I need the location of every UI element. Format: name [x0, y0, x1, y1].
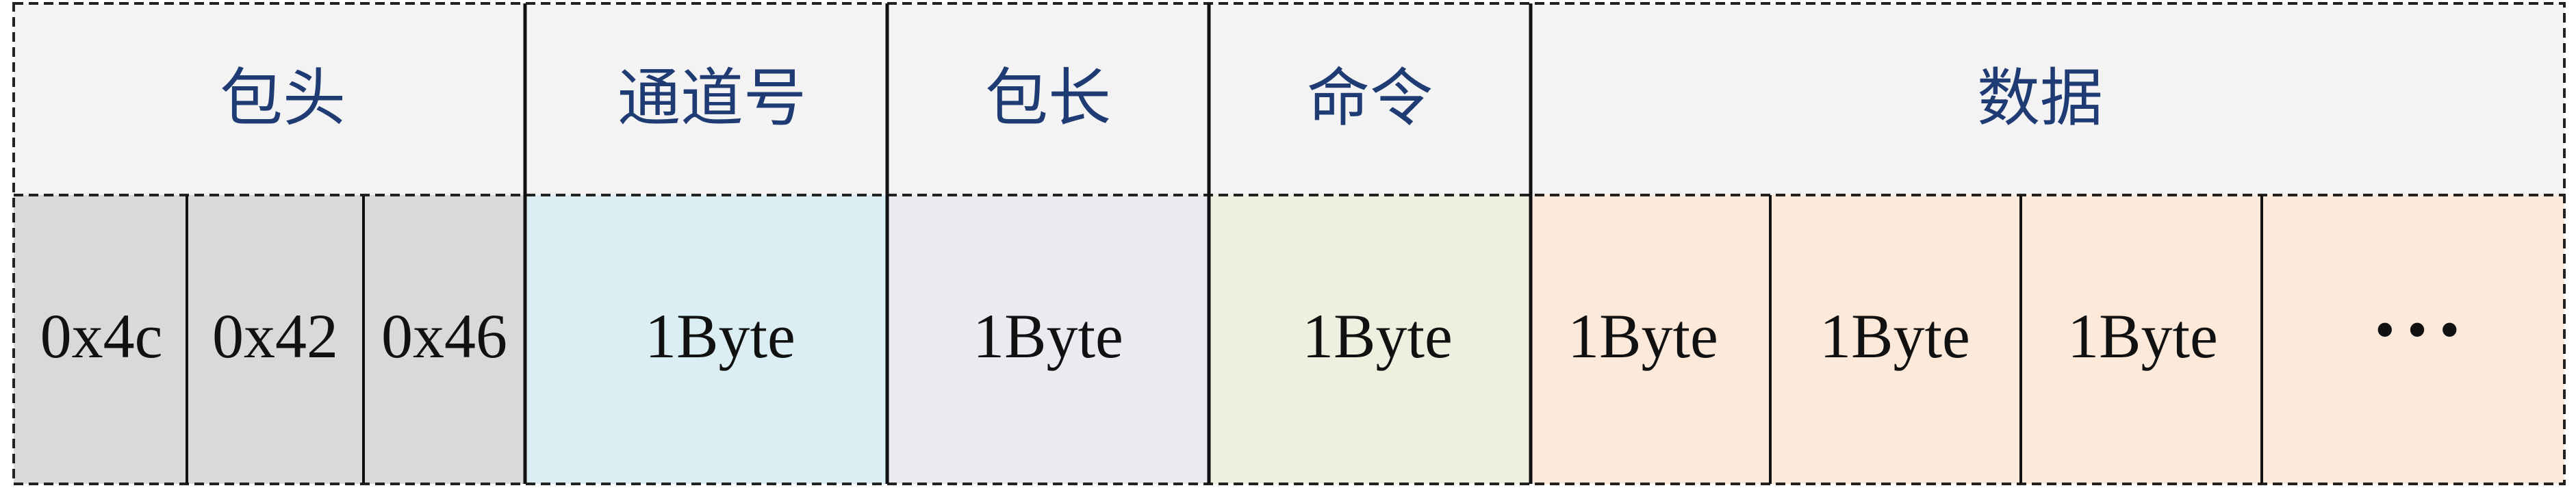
- header-data: 数据: [1977, 62, 2103, 135]
- command-value: 1Byte: [1302, 301, 1453, 371]
- head-byte-1-value: 0x4c: [40, 301, 163, 371]
- header-channel-no: 通道号: [617, 62, 806, 135]
- length-value: 1Byte: [973, 301, 1123, 371]
- header-command: 命令: [1307, 62, 1433, 135]
- data-more-ellipsis: •••: [2371, 303, 2468, 359]
- packet-format-diagram: 包头 通道号 包长 命令 数据 0x4c 0x42 0x46 1Byte 1By…: [12, 2, 2566, 485]
- header-packet-head: 包头: [220, 62, 346, 135]
- header-row: [14, 3, 2564, 195]
- data-3-value: 1Byte: [2067, 301, 2218, 371]
- channel-value: 1Byte: [645, 301, 795, 371]
- data-1-value: 1Byte: [1568, 301, 1718, 371]
- head-byte-3-value: 0x46: [381, 301, 507, 371]
- head-byte-2-value: 0x42: [212, 301, 338, 371]
- data-2-value: 1Byte: [1820, 301, 1970, 371]
- header-packet-length: 包长: [985, 62, 1111, 135]
